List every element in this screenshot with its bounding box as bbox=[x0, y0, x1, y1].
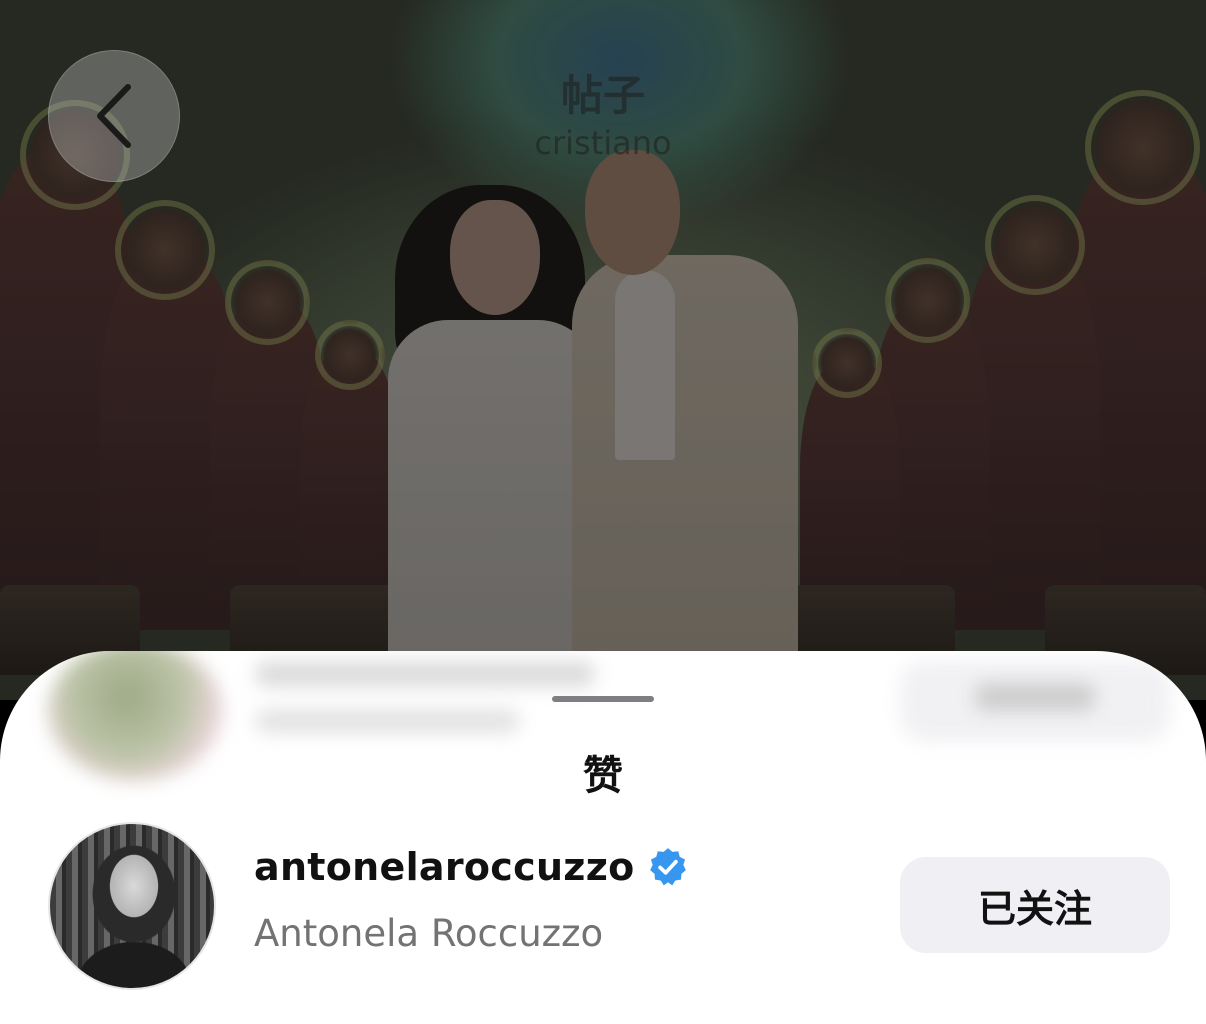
page-subtitle: cristiano bbox=[534, 124, 672, 162]
username-line: antonelaroccuzzo bbox=[254, 845, 689, 889]
sheet-title: 赞 bbox=[583, 753, 623, 799]
following-button[interactable]: 已关注 bbox=[900, 857, 1170, 953]
verified-badge-icon bbox=[649, 848, 686, 886]
avatar[interactable] bbox=[48, 822, 216, 990]
page-title: 帖子 bbox=[560, 71, 645, 120]
liker-row[interactable]: antonelaroccuzzo Antonela Roccuzzo 已关注 bbox=[0, 819, 1206, 990]
blurred-text bbox=[975, 683, 1095, 711]
likes-sheet: 赞 antonelaroccuzzo Antonela Roccuzzo 已关注 bbox=[0, 651, 1206, 1024]
sheet-grabber[interactable] bbox=[552, 696, 654, 702]
blurred-text bbox=[255, 709, 520, 733]
blurred-text bbox=[255, 661, 595, 687]
full-name: Antonela Roccuzzo bbox=[254, 912, 604, 955]
username[interactable]: antonelaroccuzzo bbox=[254, 845, 635, 889]
